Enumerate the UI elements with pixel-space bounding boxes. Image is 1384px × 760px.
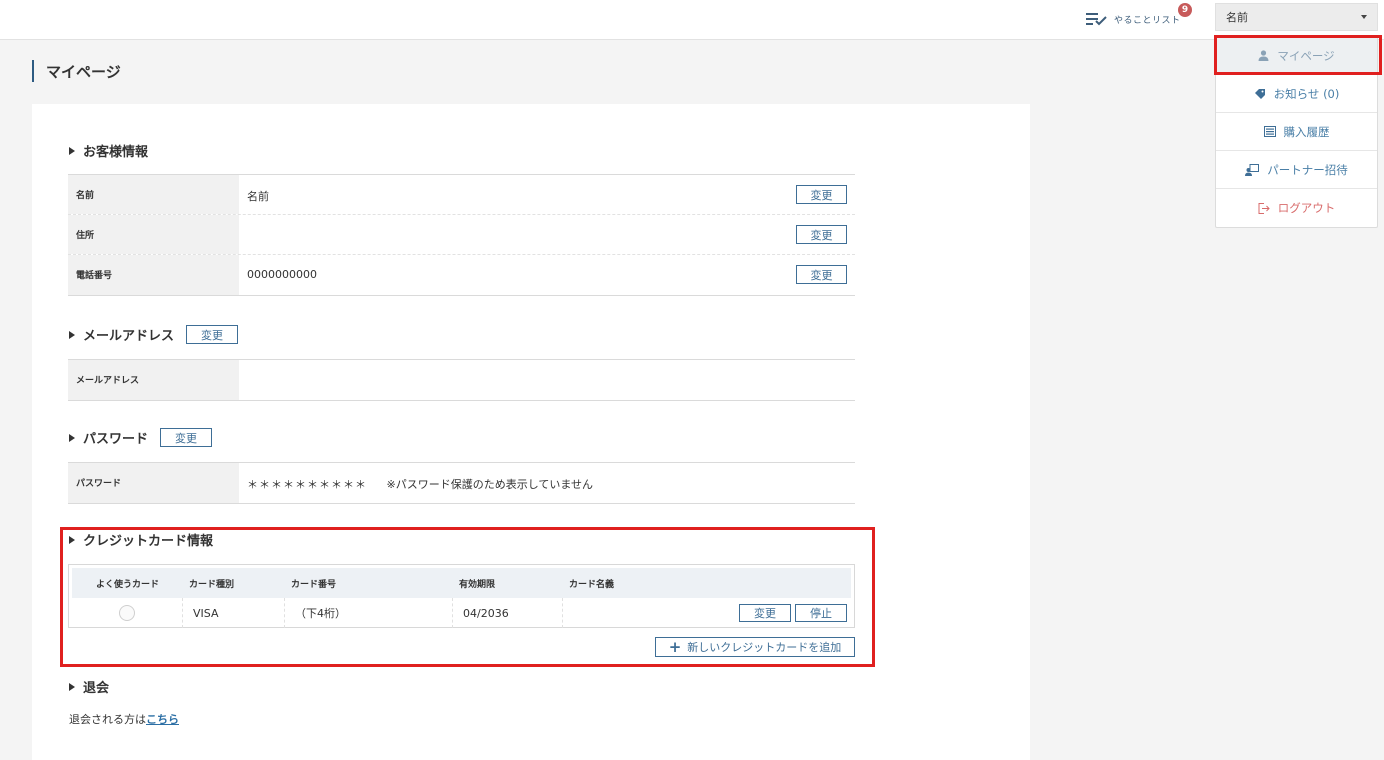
row-label: パスワード [68, 463, 239, 503]
section-title: パスワード [83, 432, 149, 447]
email-table: メールアドレス [68, 359, 855, 401]
change-card-button[interactable]: 変更 [739, 604, 791, 622]
password-table: パスワード ＊＊＊＊＊＊＊＊＊＊ ※パスワード保護のため表示していません [68, 462, 855, 504]
column-header: カード名義 [569, 579, 615, 590]
add-card-label: 新しいクレジットカードを追加 [687, 641, 842, 654]
row-value: ＊＊＊＊＊＊＊＊＊＊ ※パスワード保護のため表示していません [239, 463, 855, 503]
withdraw-link[interactable]: こちら [146, 713, 179, 726]
triangle-icon [69, 535, 75, 544]
column-header: カード番号 [291, 579, 337, 590]
table-header: よく使うカード カード種別 カード番号 有効期限 カード名義 [72, 568, 851, 598]
table-row: 電話番号 0000000000 変更 [68, 255, 855, 295]
menu-item-logout[interactable]: ログアウト [1216, 189, 1377, 227]
tag-icon [1254, 88, 1265, 99]
table-row: VISA （下4桁） 04/2036 変更 停止 [72, 598, 851, 628]
withdraw-text: 退会される方はこちら [69, 711, 179, 727]
row-value [239, 215, 855, 254]
user-dropdown-menu: マイページ お知らせ (0) 購入履歴 パートナー招待 ログアウト [1215, 36, 1378, 228]
withdraw-message: 退会される方は [69, 713, 146, 726]
menu-item-partner-invite[interactable]: パートナー招待 [1216, 151, 1377, 189]
section-title: メールアドレス [83, 329, 175, 344]
section-title: クレジットカード情報 [83, 534, 214, 549]
stop-card-button[interactable]: 停止 [795, 604, 847, 622]
default-card-radio[interactable] [119, 605, 135, 621]
list-icon [1263, 126, 1276, 137]
section-title: お客様情報 [83, 145, 149, 160]
table-row: 住所 変更 [68, 215, 855, 255]
menu-item-notifications[interactable]: お知らせ (0) [1216, 75, 1377, 113]
triangle-icon [69, 433, 75, 442]
section-customer-info: お客様情報 [69, 141, 148, 160]
logout-icon [1258, 202, 1270, 214]
user-menu-dropdown[interactable]: 名前 [1215, 3, 1378, 31]
triangle-icon [69, 682, 75, 691]
column-header: カード種別 [189, 579, 235, 590]
plus-icon: + [668, 637, 682, 656]
menu-item-label: お知らせ (0) [1273, 86, 1340, 101]
row-value: 0000000000 [247, 268, 317, 281]
credit-card-table: よく使うカード カード種別 カード番号 有効期限 カード名義 VISA （下4桁… [68, 564, 855, 628]
password-note: ※パスワード保護のため表示していません [386, 478, 594, 491]
row-label: 電話番号 [68, 255, 239, 295]
change-email-button[interactable]: 変更 [186, 325, 239, 344]
caret-down-icon [1361, 15, 1367, 19]
row-label: メールアドレス [68, 360, 239, 400]
section-password: パスワード 変更 [69, 428, 213, 447]
default-card-cell [72, 598, 183, 628]
column-header: 有効期限 [459, 579, 496, 590]
person-icon [1258, 50, 1269, 61]
row-value: 名前 [247, 190, 269, 203]
column-header: よく使うカード [95, 579, 159, 590]
triangle-icon [69, 146, 75, 155]
masked-password: ＊＊＊＊＊＊＊＊＊＊ [247, 478, 367, 491]
page-title: マイページ [32, 60, 121, 82]
change-address-button[interactable]: 変更 [796, 225, 847, 244]
menu-item-mypage[interactable]: マイページ [1216, 37, 1377, 75]
menu-item-purchase-history[interactable]: 購入履歴 [1216, 113, 1377, 151]
menu-item-label: マイページ [1277, 48, 1335, 63]
invite-icon [1245, 163, 1260, 176]
change-name-button[interactable]: 変更 [796, 185, 847, 204]
todo-count-badge: 9 [1178, 3, 1192, 17]
card-number-cell: （下4桁） [285, 598, 453, 628]
table-row: 名前 名前 変更 [68, 175, 855, 215]
todo-list-link[interactable]: やることリスト [1086, 8, 1181, 30]
row-label: 名前 [68, 175, 239, 214]
section-title: 退会 [83, 681, 110, 696]
section-withdraw: 退会 [69, 677, 109, 696]
menu-item-label: 購入履歴 [1283, 124, 1330, 139]
todo-list-label: やることリスト [1114, 15, 1181, 26]
card-type-cell: VISA [183, 598, 285, 628]
menu-item-label: ログアウト [1277, 201, 1336, 215]
card-expiry-cell: 04/2036 [453, 598, 563, 628]
triangle-icon [69, 330, 75, 339]
change-phone-button[interactable]: 変更 [796, 265, 847, 284]
row-value [239, 360, 855, 400]
table-row: パスワード ＊＊＊＊＊＊＊＊＊＊ ※パスワード保護のため表示していません [68, 463, 855, 503]
change-password-button[interactable]: 変更 [160, 428, 213, 447]
section-credit-card: クレジットカード情報 [69, 530, 213, 549]
user-name: 名前 [1226, 11, 1248, 24]
section-email: メールアドレス 変更 [69, 325, 239, 344]
menu-item-label: パートナー招待 [1267, 162, 1348, 177]
add-credit-card-button[interactable]: + 新しいクレジットカードを追加 [655, 637, 855, 657]
checklist-icon [1086, 13, 1107, 26]
table-row: メールアドレス [68, 360, 855, 400]
card-holder-cell: 変更 停止 [563, 598, 851, 628]
row-label: 住所 [68, 215, 239, 254]
customer-info-table: 名前 名前 変更 住所 変更 電話番号 0000000000 変更 [68, 174, 855, 296]
